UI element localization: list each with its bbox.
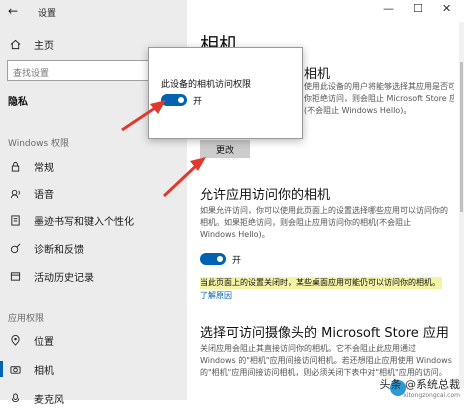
desc-line: Windows Hello)。 (200, 230, 270, 239)
warning-notice: 当此页面上的设置关闭时，某些桌面应用可能仍可以访问你的相机。 (200, 277, 442, 289)
allow-apps-desc: 如果允许访问，你可以使用此页面上的设置选择哪些应用可以访问你的 相机。如果拒绝访… (200, 205, 455, 241)
sidebar-item-location[interactable]: 位置 (0, 328, 187, 352)
home-icon (8, 37, 22, 51)
sidebar-item-camera[interactable]: 相机 (0, 357, 187, 381)
sidebar-item-speech[interactable]: 语音 (0, 181, 187, 205)
maximize-icon[interactable]: ☐ (413, 2, 423, 15)
app-title: 设置 (38, 9, 57, 19)
sidebar-item-inking[interactable]: 墨迹书写和键入个性化 (0, 208, 187, 232)
sidebar-item-label: 麦克风 (34, 394, 64, 406)
partial-section-desc: 使用此设备的用户将能够选择其应用是否可以使用此 你拒绝访问，则会阻止 Micro… (304, 81, 454, 117)
allow-apps-heading: 允许应用访问你的相机 (200, 188, 331, 203)
category-title: 隐私 (8, 97, 28, 108)
desc-line: Windows 的"相机"应用间接访问相机。若还想阻止应用使用 Windows (200, 356, 452, 365)
sidebar-item-label: 诊断和反馈 (34, 244, 84, 256)
desc-line: 使用此设备的用户将能够选择其应用是否可以使用此 (304, 82, 454, 91)
sidebar-item-general[interactable]: 常规 (0, 154, 187, 178)
minimize-icon[interactable]: — (383, 2, 394, 15)
scrollbar[interactable] (459, 22, 464, 388)
activity-icon (8, 269, 22, 283)
sidebar-item-activity-history[interactable]: 活动历史记录 (0, 264, 187, 288)
flyout-title: 此设备的相机访问权限 (161, 80, 252, 90)
desc-line: 你拒绝访问，则会阻止 Microsoft Store 应用 (304, 94, 454, 103)
document-icon (8, 213, 22, 227)
allow-apps-toggle[interactable] (200, 253, 226, 265)
back-arrow-icon[interactable]: ← (8, 5, 18, 17)
sidebar-item-microphone[interactable]: 麦克风 (0, 386, 187, 410)
camera-access-flyout: 此设备的相机访问权限 开 (148, 47, 303, 139)
allow-apps-toggle-state: 开 (232, 256, 242, 266)
camera-icon (8, 362, 22, 376)
desc-line: 如果允许访问，你可以使用此页面上的设置选择哪些应用可以访问你的 (200, 206, 448, 215)
desc-line: 关闭应用会阻止其直接访问你的相机。它不会阻止此应用通过 (200, 344, 416, 353)
store-apps-heading: 选择可访问摄像头的 Microsoft Store 应用 (200, 326, 449, 341)
section-app-permissions: 应用权限 (8, 314, 45, 324)
store-apps-desc: 关闭应用会阻止其直接访问你的相机。它不会阻止此应用通过 Windows 的"相机… (200, 343, 455, 379)
section-windows-permissions: Windows 权限 (8, 139, 70, 149)
diagnostics-icon (8, 241, 22, 255)
lock-icon (8, 159, 22, 173)
device-camera-toggle[interactable] (161, 94, 187, 106)
speech-icon (8, 186, 22, 200)
watermark-url: xitongzongcai.com (403, 392, 460, 399)
close-icon[interactable]: ✕ (442, 2, 451, 15)
sidebar-item-label: 常规 (34, 162, 54, 174)
watermark-text: 头条 @系统总裁 (379, 378, 461, 391)
sidebar-item-label: 墨迹书写和键入个性化 (34, 216, 134, 228)
desc-line: 相机。如果拒绝访问，则会阻止应用访问你的相机(不会阻止 (200, 218, 412, 227)
search-box[interactable] (7, 60, 171, 84)
sidebar-item-label: 位置 (34, 336, 54, 348)
partial-section-heading: 相机 (304, 67, 331, 82)
microphone-icon (8, 391, 22, 405)
location-icon (8, 333, 22, 347)
title-bar: ← 设置 (0, 0, 187, 22)
change-button[interactable]: 更改 (200, 140, 250, 158)
learn-why-link[interactable]: 了解原因 (200, 290, 232, 301)
desc-line: (不会阻止 Windows Hello)。 (304, 106, 412, 115)
scrollbar-thumb[interactable] (460, 62, 463, 212)
sidebar-item-diagnostics[interactable]: 诊断和反馈 (0, 236, 187, 260)
device-camera-toggle-state: 开 (193, 97, 203, 107)
sidebar-item-label: 相机 (34, 365, 54, 377)
sidebar-item-label: 活动历史记录 (34, 272, 94, 284)
sidebar-item-label: 主页 (34, 40, 54, 52)
sidebar-item-label: 语音 (34, 189, 54, 201)
search-input[interactable] (8, 64, 148, 84)
